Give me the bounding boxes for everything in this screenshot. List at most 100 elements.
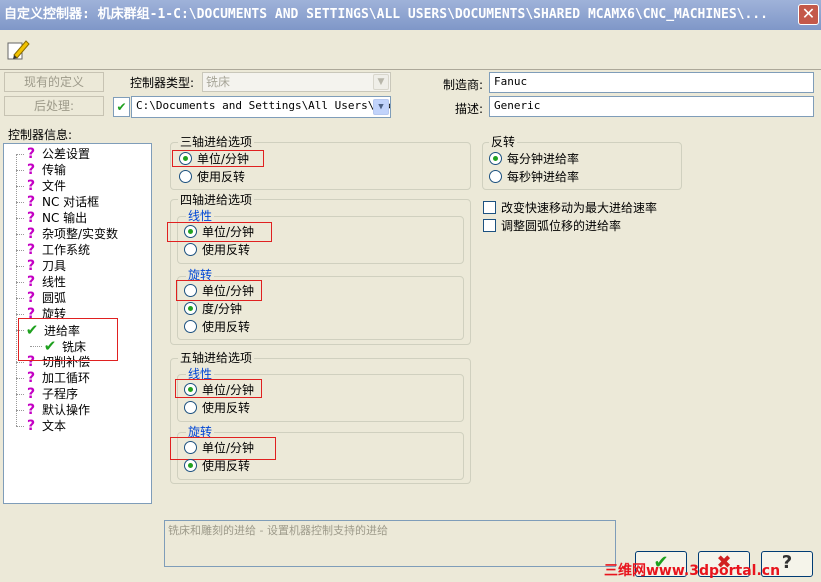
- five-rotary-units-per-min-radio[interactable]: 单位/分钟: [184, 439, 254, 457]
- window-title: 自定义控制器: 机床群组-1-C:\DOCUMENTS AND SETTINGS…: [0, 0, 821, 30]
- question-icon: ?: [26, 226, 36, 242]
- tree-item[interactable]: ? 工作系统: [24, 242, 90, 258]
- tree-item-label: 杂项整/实变数: [42, 227, 119, 241]
- four-linear-units-per-min-radio[interactable]: 单位/分钟: [184, 223, 254, 241]
- question-icon: ?: [26, 194, 36, 210]
- tree-item[interactable]: ? 默认操作: [24, 402, 90, 418]
- four-axis-linear-title: 线性: [186, 209, 215, 223]
- reverse-title: 反转: [489, 135, 518, 149]
- three-axis-title: 三轴进给选项: [178, 135, 255, 149]
- post-file-check-icon: ✔: [113, 97, 130, 117]
- question-icon: ?: [26, 242, 36, 258]
- controller-info-label: 控制器信息:: [8, 128, 73, 142]
- tree-item[interactable]: ? 子程序: [24, 386, 78, 402]
- tree-item[interactable]: ? 线性: [24, 274, 66, 290]
- four-linear-inverse-radio[interactable]: 使用反转: [184, 241, 250, 259]
- three-axis-inverse-radio[interactable]: 使用反转: [179, 168, 245, 186]
- question-icon: ?: [26, 162, 36, 178]
- tree-connector-line: [16, 202, 24, 203]
- tree-connector-line: [16, 218, 24, 219]
- question-icon: ?: [26, 290, 36, 306]
- feed-per-minute-radio[interactable]: 每分钟进给率: [489, 150, 579, 168]
- question-icon: ?: [26, 146, 36, 162]
- three-axis-units-per-min-radio[interactable]: 单位/分钟: [179, 150, 249, 168]
- controller-type-select[interactable]: 铣床 ▼: [202, 72, 391, 92]
- tree-item[interactable]: ? 刀具: [24, 258, 66, 274]
- tree-item-label: 加工循环: [42, 371, 91, 385]
- toolbar-separator: [0, 69, 821, 70]
- question-icon: ?: [26, 210, 36, 226]
- question-icon: ?: [26, 402, 36, 418]
- chevron-down-icon: ▼: [373, 99, 389, 115]
- post-process-button[interactable]: 后处理:: [4, 96, 104, 116]
- tree-item[interactable]: ? 圆弧: [24, 290, 66, 306]
- tree-connector-line: [16, 410, 24, 411]
- tree-item-label: 线性: [42, 275, 67, 289]
- tree-item-label: 工作系统: [42, 243, 91, 257]
- five-axis-title: 五轴进给选项: [178, 351, 255, 365]
- question-icon: ?: [26, 178, 36, 194]
- feed-per-second-radio[interactable]: 每秒钟进给率: [489, 168, 579, 186]
- question-icon: ?: [26, 274, 36, 290]
- question-icon: ?: [26, 418, 36, 434]
- chevron-down-icon: ▼: [373, 74, 389, 90]
- tree-item[interactable]: ? 文本: [24, 418, 66, 434]
- question-icon: ?: [26, 386, 36, 402]
- tree-connector-line: [16, 298, 24, 299]
- pencil-edit-icon[interactable]: [6, 37, 30, 61]
- manufacturer-label: 制造商:: [443, 78, 484, 92]
- post-path-select[interactable]: C:\Documents and Settings\All Users\Docu…: [131, 96, 391, 118]
- tree-connector-line: [16, 234, 24, 235]
- controller-type-value: 铣床: [206, 75, 231, 89]
- five-rotary-inverse-radio[interactable]: 使用反转: [184, 457, 250, 475]
- tree-item-label: NC 输出: [42, 211, 88, 225]
- tree-item[interactable]: ? 文件: [24, 178, 66, 194]
- tree-connector-line: [16, 426, 24, 427]
- tree-item-label: 文件: [42, 179, 67, 193]
- four-rotary-deg-per-min-radio[interactable]: 度/分钟: [184, 300, 242, 318]
- close-icon[interactable]: ✕: [798, 4, 819, 25]
- tree-item-label: 公差设置: [42, 147, 91, 161]
- watermark-text: 三维网www.3dportal.cn: [604, 563, 781, 579]
- tree-connector-line: [16, 250, 24, 251]
- tree-connector-line: [16, 266, 24, 267]
- existing-definition-button[interactable]: 现有的定义: [4, 72, 104, 92]
- tree-item-label: 子程序: [42, 387, 79, 401]
- tree-item-label: 圆弧: [42, 291, 67, 305]
- tree-connector-line: [16, 154, 17, 426]
- tree-item-label: 刀具: [42, 259, 67, 273]
- tree-connector-line: [16, 186, 24, 187]
- highlight-box-feedrate: [18, 318, 118, 361]
- tree-item-label: 文本: [42, 419, 67, 433]
- four-rotary-units-per-min-radio[interactable]: 单位/分钟: [184, 282, 254, 300]
- four-axis-title: 四轴进给选项: [178, 193, 255, 207]
- tree-connector-line: [16, 378, 24, 379]
- tree-connector-line: [16, 282, 24, 283]
- tree-item[interactable]: ? 杂项整/实变数: [24, 226, 118, 242]
- post-path-value: C:\Documents and Settings\All Users\Docu: [136, 99, 391, 112]
- tree-item[interactable]: ? NC 输出: [24, 210, 87, 226]
- tree-connector-line: [16, 314, 24, 315]
- question-icon: ?: [26, 370, 36, 386]
- tree-item[interactable]: ? 公差设置: [24, 146, 90, 162]
- manufacturer-field[interactable]: Fanuc: [489, 72, 814, 93]
- five-linear-inverse-radio[interactable]: 使用反转: [184, 399, 250, 417]
- tree-connector-line: [16, 362, 24, 363]
- tree-connector-line: [16, 170, 24, 171]
- tree-item[interactable]: ? NC 对话框: [24, 194, 99, 210]
- tree-item[interactable]: ? 传输: [24, 162, 66, 178]
- tree-item-label: 默认操作: [42, 403, 91, 417]
- status-description: 铣床和雕刻的进给 - 设置机器控制支持的进给: [164, 520, 616, 567]
- description-field[interactable]: Generic: [489, 96, 814, 117]
- five-linear-units-per-min-radio[interactable]: 单位/分钟: [184, 381, 254, 399]
- tree-item-label: 传输: [42, 163, 67, 177]
- tree-connector-line: [16, 154, 24, 155]
- tree-item[interactable]: ? 加工循环: [24, 370, 90, 386]
- rapid-to-max-feed-checkbox[interactable]: 改变快速移动为最大进给速率: [483, 199, 657, 217]
- controller-type-label: 控制器类型:: [130, 76, 195, 90]
- adjust-arc-feed-checkbox[interactable]: 调整圆弧位移的进给率: [483, 217, 621, 235]
- tree-connector-line: [16, 394, 24, 395]
- description-label: 描述:: [455, 102, 484, 116]
- four-rotary-inverse-radio[interactable]: 使用反转: [184, 318, 250, 336]
- question-icon: ?: [26, 258, 36, 274]
